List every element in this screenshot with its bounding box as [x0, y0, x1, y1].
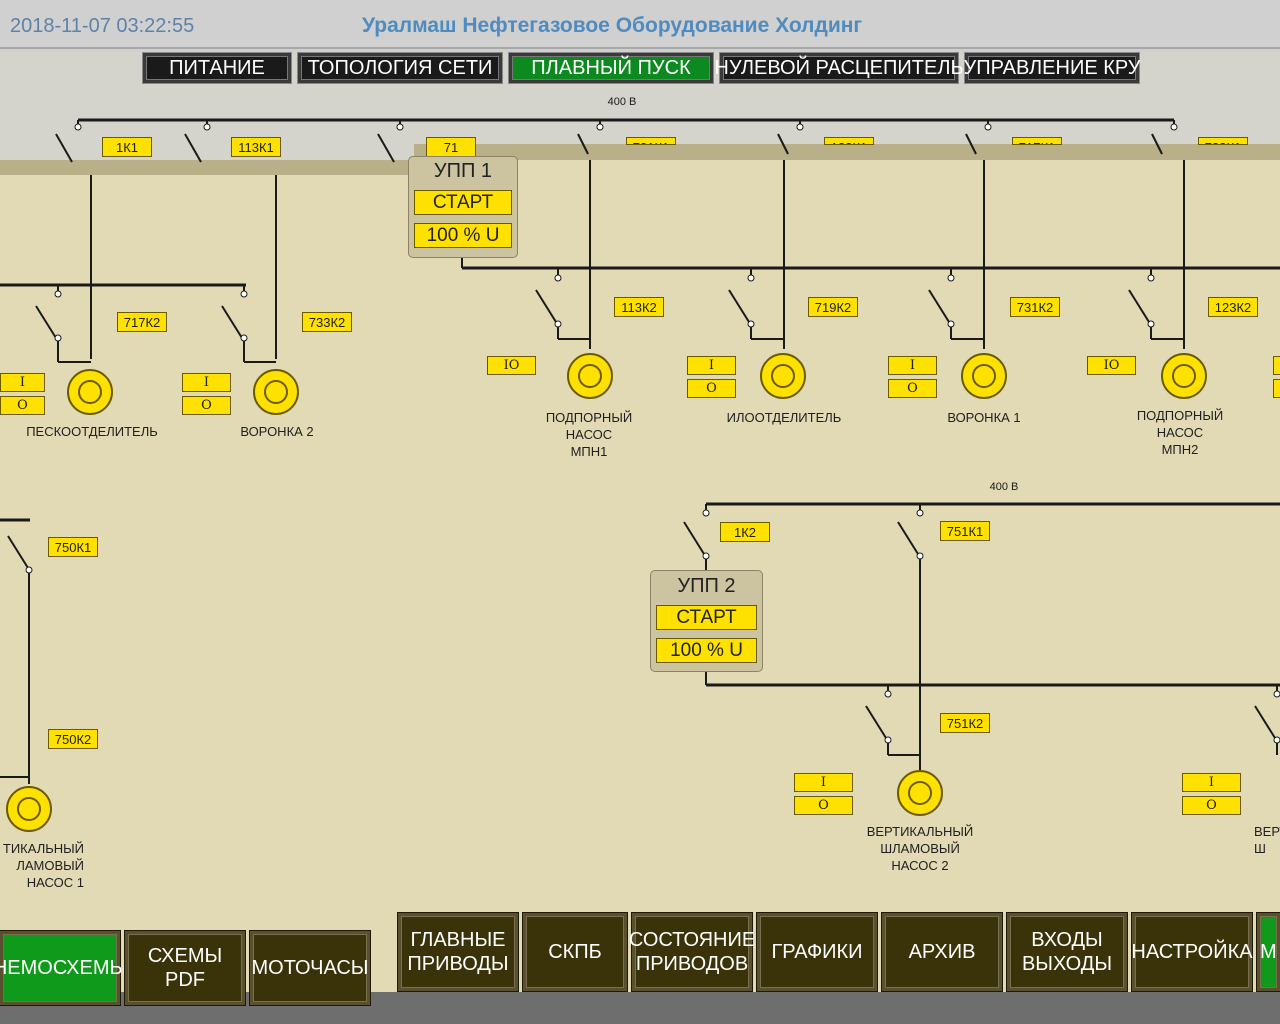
motor-label: ПОДПОРНЫЙ НАСОС МПН2 [1136, 408, 1224, 457]
motor-icon[interactable] [897, 770, 943, 816]
nav-sostoyanie-privodov[interactable]: СОСТОЯНИЕ ПРИВОДОВ [629, 913, 755, 991]
breaker-label: 731К2 [1010, 297, 1060, 317]
breaker-label: 113К1 [231, 137, 281, 157]
motor-off-button[interactable]: O [1182, 796, 1241, 815]
nav-schemy-pdf[interactable]: СХЕМЫ PDF [125, 931, 245, 1005]
motor-icon[interactable] [6, 786, 52, 832]
motor-off-button[interactable] [1273, 379, 1280, 398]
motor-icon[interactable] [567, 353, 613, 399]
motor-off-button[interactable]: O [888, 379, 937, 398]
breaker-label: 123К1 [824, 137, 874, 145]
motor-label: ТИКАЛЬНЫЙ ЛАМОВЫЙ НАСОС 1 [2, 841, 84, 890]
breaker-label: 123К2 [1208, 297, 1258, 317]
motor-io-button[interactable]: IO [487, 356, 536, 375]
motor-icon[interactable] [961, 353, 1007, 399]
nav-glavnye-privody[interactable]: ГЛАВНЫЕ ПРИВОДЫ [398, 913, 518, 991]
nav-more[interactable]: М [1257, 913, 1280, 991]
diagram-lines [0, 118, 1280, 1008]
motor-on-button[interactable]: I [794, 773, 853, 792]
nav-nastroyka[interactable]: НАСТРОЙКА [1131, 913, 1253, 991]
company-title: Уралмаш Нефтегазовое Оборудование Холдин… [362, 14, 863, 37]
nav-arhiv[interactable]: АРХИВ [882, 913, 1002, 991]
upp2-voltage-display[interactable]: 100 % U [656, 638, 757, 663]
breaker-label: 1К1 [102, 137, 152, 157]
tab-topologiya[interactable]: ТОПОЛОГИЯ СЕТИ [298, 53, 502, 83]
breaker-label: 71 [426, 137, 476, 157]
motor-label: ВОРОНКА 2 [240, 424, 314, 439]
motor-off-button[interactable]: O [794, 796, 853, 815]
motor-label: ИЛООТДЕЛИТЕЛЬ [726, 410, 842, 425]
tab-kru[interactable]: УПРАВЛЕНИЕ КРУ [964, 53, 1141, 83]
motor-on-button[interactable]: I [687, 356, 736, 375]
nav-skpb[interactable]: СКПБ [523, 913, 627, 991]
nav-mnemoschemy[interactable]: НЕМОСХЕМЫ [0, 931, 127, 1005]
breaker-label: 733К2 [302, 312, 352, 332]
header-divider [0, 47, 1280, 49]
motor-icon[interactable] [67, 369, 113, 415]
motor-on-button[interactable]: I [0, 373, 45, 392]
upp1-voltage-display[interactable]: 100 % U [414, 223, 512, 248]
motor-on-button[interactable] [1273, 356, 1280, 375]
tab-plavnyi-pusk[interactable]: ПЛАВНЫЙ ПУСК [509, 53, 713, 83]
motor-on-button[interactable]: I [888, 356, 937, 375]
breaker-label: 717К1 [1012, 137, 1062, 145]
bus-voltage-mid: 400 В [989, 481, 1019, 493]
motor-label: ВОРОНКА 1 [947, 410, 1021, 425]
breaker-label: 717К2 [117, 312, 167, 332]
motor-off-button[interactable]: O [182, 396, 231, 415]
upp2-start-button[interactable]: СТАРТ [656, 605, 757, 630]
motor-icon[interactable] [760, 353, 806, 399]
motor-io-button[interactable]: IO [1087, 356, 1136, 375]
tab-nulevoi[interactable]: НУЛЕВОЙ РАСЦЕПИТЕЛЬ [714, 53, 964, 83]
breaker-label: 719К2 [808, 297, 858, 317]
motor-off-button[interactable]: O [687, 379, 736, 398]
tab-pitanie[interactable]: ПИТАНИЕ [143, 53, 291, 83]
header-bar: 2018-11-07 03:22:55 Уралмаш Нефтегазовое… [0, 0, 1280, 52]
upp1-panel: УПП 1 СТАРТ 100 % U [408, 156, 518, 258]
nav-grafiki[interactable]: ГРАФИКИ [757, 913, 877, 991]
motor-off-button[interactable]: O [0, 396, 45, 415]
breaker-label: 750К1 [48, 537, 98, 557]
breaker-label: 751К1 [940, 521, 990, 541]
upp1-title: УПП 1 [433, 160, 493, 182]
motor-label: ВЕРТ Ш [1254, 824, 1280, 856]
bus-voltage-top: 400 В [607, 96, 637, 108]
breaker-label: 750К2 [48, 729, 98, 749]
motor-icon[interactable] [253, 369, 299, 415]
motor-label: ВЕРТИКАЛЬНЫЙ ШЛАМОВЫЙ НАСОС 2 [866, 824, 974, 873]
nav-motochasy[interactable]: МОТОЧАСЫ [250, 931, 370, 1005]
breaker-label: 733К1 [1198, 137, 1248, 145]
mnemonic-diagram: 400 В 400 В 1К1 113К1 71 721К1 123К1 717… [0, 84, 1280, 1008]
motor-on-button[interactable]: I [1182, 773, 1241, 792]
nav-vhody-vyhody[interactable]: ВХОДЫ ВЫХОДЫ [1007, 913, 1127, 991]
breaker-label: 751К2 [940, 713, 990, 733]
upp1-start-button[interactable]: СТАРТ [414, 190, 512, 215]
motor-on-button[interactable]: I [182, 373, 231, 392]
motor-icon[interactable] [1161, 353, 1207, 399]
motor-label: ПОДПОРНЫЙ НАСОС МПН1 [545, 410, 633, 459]
motor-label: ПЕСКООТДЕЛИТЕЛЬ [26, 424, 158, 439]
upp2-title: УПП 2 [677, 575, 736, 597]
breaker-label: 721К1 [626, 137, 676, 145]
upp2-panel: УПП 2 СТАРТ 100 % U [650, 570, 763, 672]
breaker-label: 1К2 [720, 522, 770, 542]
datetime-display: 2018-11-07 03:22:55 [10, 15, 195, 37]
breaker-label: 113К2 [614, 297, 664, 317]
